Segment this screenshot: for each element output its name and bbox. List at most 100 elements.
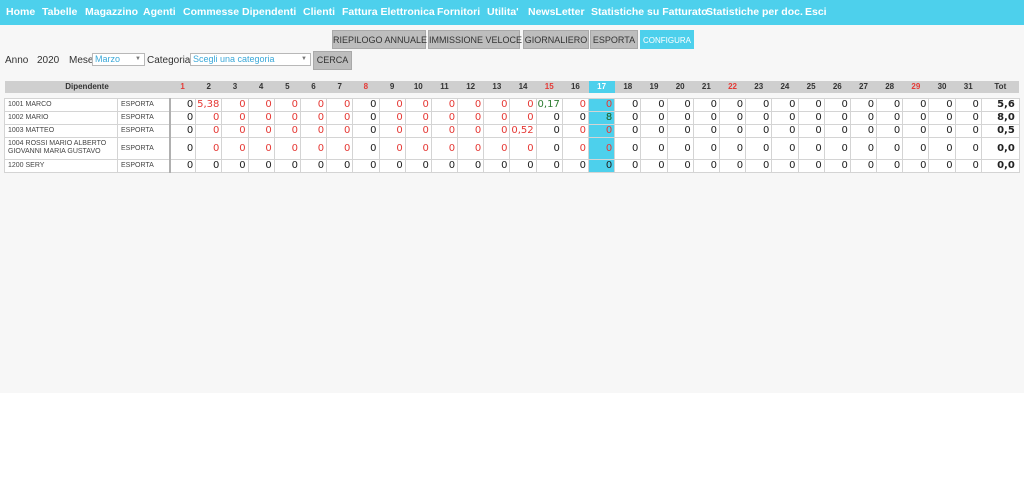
day-cell[interactable]: 0	[299, 110, 328, 125]
day-cell[interactable]: 0	[876, 97, 904, 112]
day-cell[interactable]: 0,17	[535, 97, 563, 112]
day-cell[interactable]: 0	[247, 123, 275, 138]
day-cell[interactable]: 0	[509, 110, 537, 125]
day-cell[interactable]: 0	[640, 123, 668, 138]
day-cell[interactable]: 0	[666, 123, 694, 138]
day-cell[interactable]: 0	[195, 123, 223, 138]
day-cell[interactable]: 0	[168, 97, 197, 112]
day-cell[interactable]: 0	[876, 123, 904, 138]
tab-configura[interactable]: CONFIGURA	[640, 30, 694, 49]
day-cell[interactable]: 0	[614, 123, 642, 138]
categoria-select[interactable]: Scegli una categoria ▼	[190, 53, 311, 66]
nav-fornitori[interactable]: Fornitori	[437, 6, 480, 18]
nav-fattura-elettronica[interactable]: Fattura Elettronica	[342, 6, 435, 18]
day-cell[interactable]: 0	[509, 158, 537, 173]
day-cell[interactable]: 0	[352, 97, 380, 112]
day-cell[interactable]: 0	[718, 123, 747, 138]
day-cell[interactable]: 5,38	[195, 97, 223, 112]
day-cell[interactable]: 0	[718, 110, 747, 125]
day-cell[interactable]: 0	[928, 123, 956, 138]
day-cell[interactable]: 0	[430, 97, 459, 112]
nav-agenti[interactable]: Agenti	[143, 6, 176, 18]
day-cell[interactable]: 0	[797, 97, 825, 112]
day-cell[interactable]: 0	[771, 136, 799, 160]
esporta-link[interactable]: ESPORTA	[117, 123, 171, 138]
day-cell[interactable]: 0	[457, 97, 485, 112]
tab-esporta[interactable]: ESPORTA	[590, 30, 638, 49]
day-cell[interactable]: 0	[483, 123, 511, 138]
day-cell[interactable]: 0	[378, 97, 406, 112]
day-cell[interactable]: 0	[378, 123, 406, 138]
nav-statistiche-per-doc[interactable]: Statistiche per doc.	[706, 6, 803, 18]
day-cell[interactable]: 0	[771, 123, 799, 138]
day-cell[interactable]: 0	[640, 158, 668, 173]
esporta-link[interactable]: ESPORTA	[117, 97, 171, 112]
cerca-button[interactable]: CERCA	[313, 51, 352, 70]
day-cell[interactable]: 0	[797, 136, 825, 160]
day-cell[interactable]: 0	[666, 158, 694, 173]
day-cell[interactable]: 0	[614, 110, 642, 125]
day-cell[interactable]: 0	[614, 136, 642, 160]
day-cell[interactable]: 0	[509, 97, 537, 112]
day-cell[interactable]: 0	[352, 158, 380, 173]
day-cell[interactable]: 0	[849, 110, 878, 125]
mese-select[interactable]: Marzo ▼	[92, 53, 145, 66]
tab-immissione-veloce[interactable]: IMMISSIONE VELOCE	[428, 30, 522, 49]
day-cell[interactable]: 0	[247, 158, 275, 173]
day-cell[interactable]: 0	[928, 110, 956, 125]
day-cell[interactable]: 0	[718, 158, 747, 173]
day-cell[interactable]: 0	[823, 123, 851, 138]
day-cell[interactable]: 0	[692, 97, 720, 112]
nav-esci[interactable]: Esci	[805, 6, 827, 18]
day-cell[interactable]: 0	[299, 158, 328, 173]
day-cell[interactable]: 0	[587, 158, 616, 173]
day-cell[interactable]: 0	[247, 136, 275, 160]
day-cell[interactable]: 0	[326, 123, 354, 138]
day-cell[interactable]: 0	[876, 110, 904, 125]
day-cell[interactable]: 0	[168, 110, 197, 125]
nav-home[interactable]: Home	[6, 6, 35, 18]
day-cell[interactable]: 0	[666, 97, 694, 112]
day-cell[interactable]: 0	[692, 123, 720, 138]
day-cell[interactable]: 0	[902, 136, 930, 160]
day-cell[interactable]: 0	[378, 158, 406, 173]
day-cell[interactable]: 0	[587, 97, 616, 112]
day-cell[interactable]: 0	[745, 110, 773, 125]
nav-dipendenti[interactable]: Dipendenti	[242, 6, 296, 18]
day-cell[interactable]: 0	[404, 136, 432, 160]
day-cell[interactable]: 0	[483, 97, 511, 112]
day-cell[interactable]: 0	[168, 158, 197, 173]
day-cell[interactable]: 0	[483, 110, 511, 125]
day-cell[interactable]: 0	[797, 110, 825, 125]
day-cell[interactable]: 0	[221, 158, 249, 173]
day-cell[interactable]: 0	[221, 123, 249, 138]
nav-commesse[interactable]: Commesse	[183, 6, 239, 18]
tab-riepilogo-annuale[interactable]: RIEPILOGO ANNUALE	[332, 30, 427, 49]
day-cell[interactable]: 0	[483, 158, 511, 173]
day-cell[interactable]: 0	[797, 123, 825, 138]
day-cell[interactable]: 0	[273, 97, 301, 112]
nav-magazzino[interactable]: Magazzino	[85, 6, 138, 18]
day-cell[interactable]: 0	[745, 136, 773, 160]
day-cell[interactable]: 0	[902, 97, 930, 112]
day-cell[interactable]: 0	[640, 97, 668, 112]
day-cell[interactable]: 0	[928, 136, 956, 160]
day-cell[interactable]: 0	[483, 136, 511, 160]
day-cell[interactable]: 0	[640, 110, 668, 125]
day-cell[interactable]: 0	[797, 158, 825, 173]
day-cell[interactable]: 0	[954, 123, 982, 138]
day-cell[interactable]: 0	[430, 110, 459, 125]
day-cell[interactable]: 0	[876, 136, 904, 160]
day-cell[interactable]: 0,52	[509, 123, 537, 138]
day-cell[interactable]: 0	[561, 123, 590, 138]
day-cell[interactable]: 0	[823, 110, 851, 125]
day-cell[interactable]: 0	[745, 123, 773, 138]
day-cell[interactable]: 0	[352, 136, 380, 160]
day-cell[interactable]: 0	[771, 110, 799, 125]
day-cell[interactable]: 0	[273, 123, 301, 138]
day-cell[interactable]: 0	[352, 110, 380, 125]
day-cell[interactable]: 0	[614, 97, 642, 112]
day-cell[interactable]: 0	[326, 110, 354, 125]
nav-tabelle[interactable]: Tabelle	[42, 6, 77, 18]
day-cell[interactable]: 0	[221, 110, 249, 125]
